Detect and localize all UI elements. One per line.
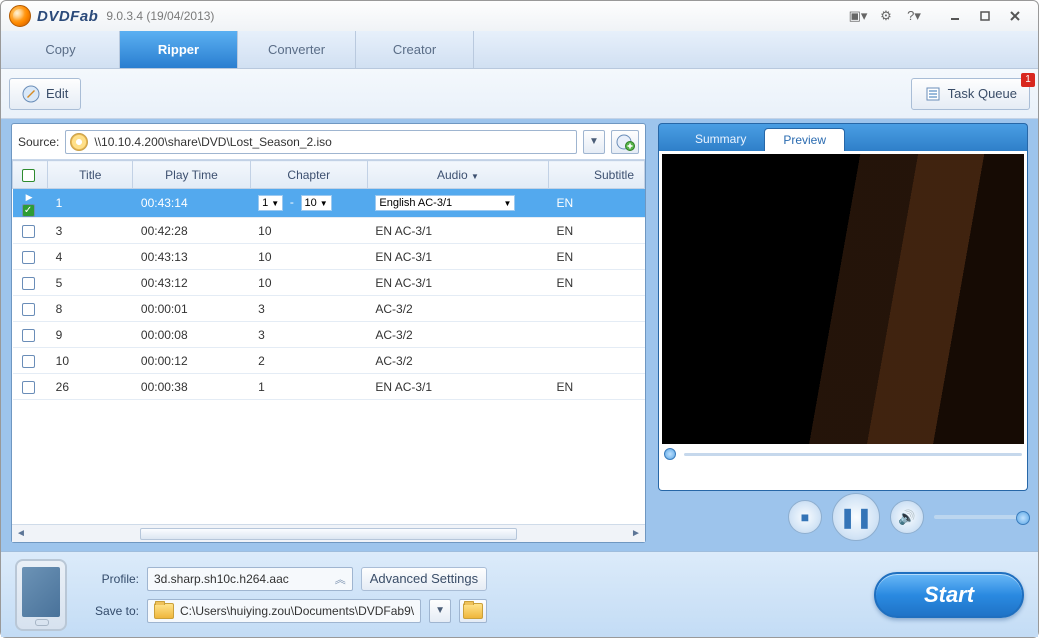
preview-panel: SummaryPreview ■ ❚❚ 🔊 [658,123,1028,543]
preview-tab-preview[interactable]: Preview [764,128,845,152]
chevron-up-down-icon: ︽ [335,571,346,587]
app-name: DVDFab [37,8,98,25]
col-chapter[interactable]: Chapter [250,161,367,189]
horizontal-scrollbar[interactable]: ◄► [12,524,645,542]
source-dropdown-button[interactable]: ▼ [583,130,605,154]
save-to-input[interactable]: C:\Users\huiying.zou\Documents\DVDFab9\ [147,599,421,623]
col-subtitle[interactable]: Subtitle [549,161,645,189]
preview-tab-summary[interactable]: Summary [677,127,764,151]
source-label: Source: [18,135,59,149]
browse-folder-button[interactable] [459,599,487,623]
row-checkbox[interactable] [22,225,35,238]
stop-button[interactable]: ■ [788,500,822,534]
save-to-value: C:\Users\huiying.zou\Documents\DVDFab9\ [180,604,414,618]
volume-slider[interactable] [934,515,1024,519]
table-row[interactable]: 400:43:1310EN AC-3/1EN [13,244,645,270]
folder-icon [463,603,483,619]
start-label: Start [924,582,974,608]
video-preview[interactable] [662,154,1024,444]
preview-tabs: SummaryPreview [658,123,1028,151]
main-tabs: CopyRipperConverterCreator [1,31,1038,69]
row-checkbox[interactable] [22,355,35,368]
table-row[interactable]: 900:00:083 AC-3/2 [13,322,645,348]
table-row[interactable]: 2600:00:381EN AC-3/1EN [13,374,645,400]
chapter-from-select[interactable]: 1 ▼ [258,195,283,211]
maximize-button[interactable] [970,6,1000,26]
tab-converter[interactable]: Converter [238,31,356,68]
task-queue-button[interactable]: Task Queue 1 [911,78,1030,110]
advanced-settings-label: Advanced Settings [370,571,478,586]
chapter-to-select[interactable]: 10 ▼ [301,195,332,211]
select-all-checkbox[interactable] [22,169,35,182]
volume-button[interactable]: 🔊 [890,500,924,534]
row-checkbox[interactable] [22,303,35,316]
app-logo-icon [9,5,31,27]
minimize-button[interactable] [940,6,970,26]
start-button[interactable]: Start [874,572,1024,618]
tab-ripper[interactable]: Ripper [120,31,238,68]
task-queue-badge: 1 [1021,73,1035,87]
language-icon[interactable]: ▣▾ [846,5,870,27]
profile-value: 3d.sharp.sh10c.h264.aac [154,572,289,586]
col-title[interactable]: Title [48,161,133,189]
row-checkbox[interactable] [22,381,35,394]
seek-track[interactable] [684,453,1022,456]
pause-button[interactable]: ❚❚ [832,493,880,541]
row-checkbox[interactable] [22,204,35,217]
task-queue-icon [924,85,942,103]
titlebar: DVDFab 9.0.3.4 (19/04/2013) ▣▾ ⚙ ?▾ [1,1,1038,31]
row-checkbox[interactable] [22,329,35,342]
row-checkbox[interactable] [22,277,35,290]
edit-icon [22,85,40,103]
source-input[interactable] [94,135,572,149]
close-button[interactable] [1000,6,1030,26]
table-row[interactable]: 300:42:2810EN AC-3/1EN [13,218,645,244]
table-row[interactable]: 500:43:1210EN AC-3/1EN [13,270,645,296]
settings-icon[interactable]: ⚙ [874,5,898,27]
task-queue-label: Task Queue [948,86,1017,101]
profile-label: Profile: [79,572,139,586]
titles-table: TitlePlay TimeChapterAudio ▼Subtitle ▶10… [12,160,645,400]
tab-copy[interactable]: Copy [2,31,120,68]
table-row[interactable]: 1000:00:122 AC-3/2 [13,348,645,374]
source-input-wrap[interactable] [65,130,577,154]
save-to-dropdown-button[interactable]: ▼ [429,599,451,623]
col-play-time[interactable]: Play Time [133,161,250,189]
edit-button[interactable]: Edit [9,78,81,110]
title-list-panel: Source: ▼ TitlePlay TimeChapterAudio ▼Su… [11,123,646,543]
add-source-button[interactable] [611,130,639,154]
audio-select[interactable]: English AC-3/1 ▼ [375,195,515,211]
table-row[interactable]: ▶100:43:141 ▼ - 10 ▼English AC-3/1 ▼EN [13,189,645,218]
col-audio[interactable]: Audio ▼ [367,161,548,189]
table-row[interactable]: 800:00:013 AC-3/2 [13,296,645,322]
tab-creator[interactable]: Creator [356,31,474,68]
save-to-label: Save to: [79,604,139,618]
edit-label: Edit [46,86,68,101]
disc-icon [70,133,88,151]
bottom-bar: Profile: 3d.sharp.sh10c.h264.aac ︽ Advan… [1,551,1038,637]
device-icon[interactable] [15,559,67,631]
app-version: 9.0.3.4 (19/04/2013) [106,9,214,23]
profile-selector[interactable]: 3d.sharp.sh10c.h264.aac ︽ [147,567,353,591]
advanced-settings-button[interactable]: Advanced Settings [361,567,487,591]
folder-icon [154,603,174,619]
toolbar: Edit Task Queue 1 [1,69,1038,119]
seek-knob[interactable] [664,448,676,460]
row-checkbox[interactable] [22,251,35,264]
help-icon[interactable]: ?▾ [902,5,926,27]
